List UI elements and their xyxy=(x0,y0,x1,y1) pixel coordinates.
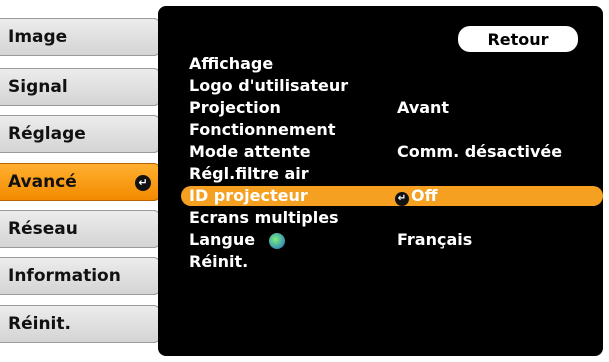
tab-label: Signal xyxy=(8,77,68,97)
enter-icon: ↵ xyxy=(135,175,151,191)
item-label: Projection xyxy=(189,98,281,117)
tab-avance[interactable]: Avancé ↵ xyxy=(0,163,160,201)
item-label: Ecrans multiples xyxy=(189,208,339,227)
tab-label: Réinit. xyxy=(8,314,71,334)
tab-label: Image xyxy=(8,27,68,47)
tab-label: Avancé xyxy=(8,172,77,192)
menu-item-ecrans-multiples[interactable]: Ecrans multiples xyxy=(181,208,603,228)
item-label: Mode attente xyxy=(189,142,311,161)
item-value: Français xyxy=(397,230,473,249)
item-label: ID projecteur xyxy=(189,186,308,205)
item-label: Régl.filtre air xyxy=(189,164,309,183)
retour-button[interactable]: Retour xyxy=(458,26,578,52)
item-label: Affichage xyxy=(189,54,274,73)
menu-item-fonctionnement[interactable]: Fonctionnement xyxy=(181,120,603,140)
menu-item-projection[interactable]: Projection Avant xyxy=(181,98,603,118)
item-value: Comm. désactivée xyxy=(397,142,563,161)
item-label: Logo d'utilisateur xyxy=(189,76,349,95)
menu-item-logo[interactable]: Logo d'utilisateur xyxy=(181,76,603,96)
item-value: Off xyxy=(411,186,438,205)
tab-reinit[interactable]: Réinit. xyxy=(0,305,160,343)
item-value-wrap: ↵ Off xyxy=(395,186,438,206)
menu-item-mode-attente[interactable]: Mode attente Comm. désactivée xyxy=(181,142,603,162)
enter-icon: ↵ xyxy=(395,192,409,206)
item-value: Avant xyxy=(397,98,450,117)
item-label: Fonctionnement xyxy=(189,120,336,139)
menu-item-affichage[interactable]: Affichage xyxy=(181,54,603,74)
tab-reglage[interactable]: Réglage xyxy=(0,115,160,153)
retour-label: Retour xyxy=(487,29,549,49)
item-label: Langue xyxy=(189,230,256,249)
item-label-wrap: Langue xyxy=(189,230,286,250)
tab-reseau[interactable]: Réseau xyxy=(0,210,160,248)
tab-image[interactable]: Image xyxy=(0,18,160,56)
tab-label: Réseau xyxy=(8,219,78,239)
menu-panel: Retour Affichage Logo d'utilisateur Proj… xyxy=(158,6,603,356)
sidebar: Image Signal Réglage Avancé ↵ Réseau Info… xyxy=(0,0,166,362)
tab-signal[interactable]: Signal xyxy=(0,68,160,106)
tab-label: Réglage xyxy=(8,124,86,144)
item-label: Réinit. xyxy=(189,252,249,271)
globe-icon xyxy=(269,232,286,249)
tab-label: Information xyxy=(8,266,121,286)
menu-item-filtre-air[interactable]: Régl.filtre air xyxy=(181,164,603,184)
menu-item-id-projecteur[interactable]: ID projecteur ↵ Off xyxy=(181,186,603,206)
menu-item-reinit[interactable]: Réinit. xyxy=(181,252,603,272)
tab-information[interactable]: Information xyxy=(0,257,160,295)
menu-item-langue[interactable]: Langue Français xyxy=(181,230,603,250)
